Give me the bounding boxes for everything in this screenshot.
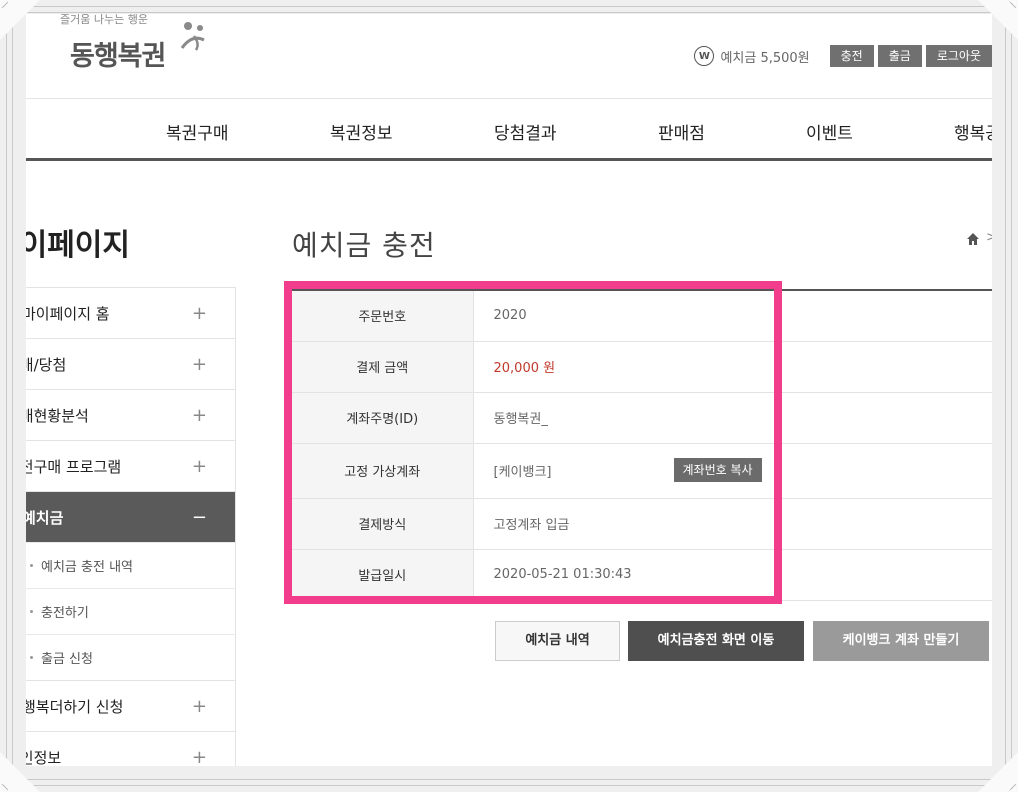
nav-item-stores[interactable]: 판매점: [658, 119, 705, 144]
sidebar-item-purchase-win[interactable]: 구매/당첨 +: [26, 338, 236, 389]
sidebar-menu: 마이페이지 홈 + 구매/당첨 + 구매현황분석 + 건전구매 프로그램 + 예…: [26, 287, 236, 766]
sidebar-subitem-withdraw[interactable]: 출금 신청: [26, 634, 236, 680]
won-icon: W: [694, 46, 715, 66]
sidebar-subitem-label: 충전하기: [41, 606, 89, 621]
highlight-box: [284, 281, 782, 604]
breadcrumb-arrow-icon: >: [986, 230, 992, 245]
withdraw-button[interactable]: 출금: [877, 45, 922, 67]
sidebar-item-purchase-analysis[interactable]: 구매현황분석 +: [26, 389, 236, 440]
bullet-icon: [30, 610, 33, 613]
home-icon[interactable]: [966, 232, 980, 246]
logo-mark-icon: [180, 22, 205, 51]
main-nav: 복권구매 복권정보 당첨결과 판매점 이벤트 행복공감: [26, 99, 992, 161]
nav-item-results[interactable]: 당첨결과: [494, 119, 557, 144]
nav-item-happy[interactable]: 행복공감: [954, 119, 992, 144]
site-logo[interactable]: 즐거움 나누는 행운 동행복권: [60, 14, 205, 74]
sidebar-item-label: 행복더하기 신청: [26, 697, 124, 716]
deposit-balance: 예치금 5,500원: [720, 50, 810, 66]
charge-button[interactable]: 충전: [829, 45, 874, 67]
sidebar-title: 마이페이지: [26, 228, 130, 263]
nav-item-buy[interactable]: 복권구매: [166, 119, 229, 144]
sidebar-item-personal-info[interactable]: 개인정보 +: [26, 731, 236, 766]
sidebar-item-deposit[interactable]: 예치금 −: [26, 491, 236, 542]
sidebar-item-label: 건전구매 프로그램: [26, 457, 122, 476]
bullet-icon: [30, 656, 33, 659]
create-kbank-account-button[interactable]: 케이뱅크 계좌 만들기: [813, 621, 989, 661]
account-bar: W 예치금 5,500원 충전 출금 로그아웃: [694, 44, 992, 68]
deposit-history-button[interactable]: 예치금 내역: [495, 621, 620, 661]
minus-icon: −: [191, 506, 207, 528]
sidebar-subitem-charge-history[interactable]: 예치금 충전 내역: [26, 542, 236, 588]
sidebar-subitem-label: 출금 신청: [41, 652, 93, 667]
sidebar-item-healthy-program[interactable]: 건전구매 프로그램 +: [26, 440, 236, 491]
plus-icon: +: [191, 695, 207, 717]
plus-icon: +: [191, 353, 207, 375]
sidebar-item-label: 구매/당첨: [26, 355, 67, 374]
sidebar-item-happy-plus[interactable]: 행복더하기 신청 +: [26, 680, 236, 731]
go-charge-screen-button[interactable]: 예치금충전 화면 이동: [628, 621, 804, 661]
nav-item-events[interactable]: 이벤트: [806, 119, 853, 144]
sidebar-item-label: 예치금: [26, 508, 64, 527]
plus-icon: +: [191, 746, 207, 767]
logo-tagline: 즐거움 나누는 행운: [60, 14, 148, 26]
sidebar-item-mypage-home[interactable]: 마이페이지 홈 +: [26, 287, 236, 338]
plus-icon: +: [191, 404, 207, 426]
nav-item-info[interactable]: 복권정보: [330, 119, 393, 144]
logo-text: 동행복권: [70, 41, 166, 72]
sidebar-subitem-charge[interactable]: 충전하기: [26, 588, 236, 634]
plus-icon: +: [191, 302, 207, 324]
page-title: 예치금 충전: [292, 229, 436, 262]
plus-icon: +: [191, 455, 207, 477]
sidebar-item-label: 마이페이지 홈: [26, 304, 110, 323]
sidebar-subitem-label: 예치금 충전 내역: [41, 560, 133, 575]
sidebar-item-label: 개인정보: [26, 748, 62, 767]
sidebar-item-label: 구매현황분석: [26, 406, 89, 425]
page-canvas: 즐거움 나누는 행운 동행복권 W 예치금 5,500원 충전 출금 로그아웃 …: [26, 14, 992, 766]
bullet-icon: [30, 564, 33, 567]
logout-button[interactable]: 로그아웃: [925, 45, 992, 67]
